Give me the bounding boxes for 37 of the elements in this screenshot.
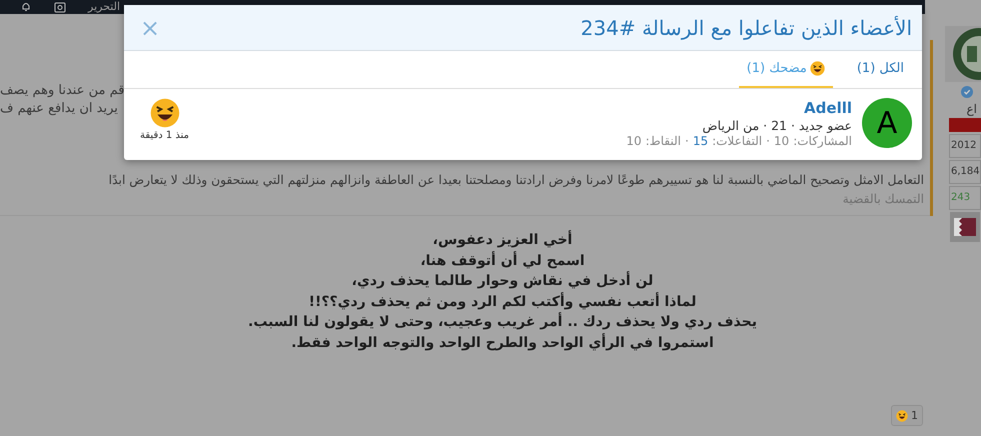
laughing-emoji-icon: [150, 98, 180, 128]
post-text: اسمح لي أن أتوقف هنا،: [420, 250, 585, 270]
post-text: لماذا أتعب نفسي وأكتب لكم الرد ومن ثم يحذف ردي؟؟!!: [308, 292, 696, 312]
stat-label: المشاركات:: [793, 134, 852, 148]
stat-field: 243: [949, 186, 981, 210]
separator-dot: ·: [766, 134, 770, 148]
username-link[interactable]: Adelll: [199, 98, 852, 116]
stat-label: النقاط:: [646, 134, 681, 148]
post-text: لن أدخل في نقاش وحوار طالما يحذف ردي،: [352, 271, 654, 291]
post-text: التعامل الامثل وتصحيح الماضي بالنسبة لنا هو تسييرهم طوعًا لامرنا وفرض ارادتنا ومصلحتنا بعيدا عن العاطفة وانزالهم منزلتهم التي يستحقون وذلك لا يتعارض ابدًا: [108, 172, 924, 189]
camera-icon[interactable]: [54, 1, 66, 13]
user-title: اع: [966, 102, 978, 116]
timestamp: منذ 1 دقيقة: [140, 130, 190, 141]
stat-link[interactable]: 15: [692, 134, 708, 148]
bell-icon[interactable]: [20, 1, 32, 13]
post-text: أخي العزيز دعفوس،: [432, 230, 572, 250]
tab[interactable]: الكل (1): [848, 51, 912, 88]
dialog-title: الأعضاء الذين تفاعلوا مع الرسالة #234: [580, 16, 912, 40]
post-text: يحذف ردي ولا يحذف ردك .. أمر غريب وعجيب، وحتى لا يقولون لنا السبب.: [248, 312, 757, 332]
separator-dot: ·: [684, 134, 689, 148]
stat-value: 10: [774, 134, 790, 148]
verified-badge-icon: [961, 86, 973, 98]
tab[interactable]: مضحك (1): [738, 51, 833, 88]
post-text: قم من عندنا وهم يصف: [0, 82, 124, 100]
stat-field: 2012: [949, 134, 981, 158]
laughing-emoji-icon: [810, 61, 825, 76]
user-info: عضو جديد · 21 · من الرياض: [701, 118, 852, 132]
post-text: يريد ان يدافع عنهم ف: [0, 100, 118, 118]
stat-value: 10: [626, 134, 642, 148]
avatar[interactable]: A: [862, 98, 912, 148]
reaction-count-button[interactable]: 1: [891, 405, 923, 426]
stat-field: 6,184: [949, 160, 981, 184]
rank-banner: [949, 118, 981, 132]
post-text: استمروا في الرأي الواحد والطرح الواحد والتوجه الواحد فقط.: [291, 332, 714, 352]
stat-label: التفاعلات:: [712, 134, 762, 148]
nav-link[interactable]: التحرير: [88, 0, 120, 14]
laughing-emoji-icon: [896, 410, 908, 422]
